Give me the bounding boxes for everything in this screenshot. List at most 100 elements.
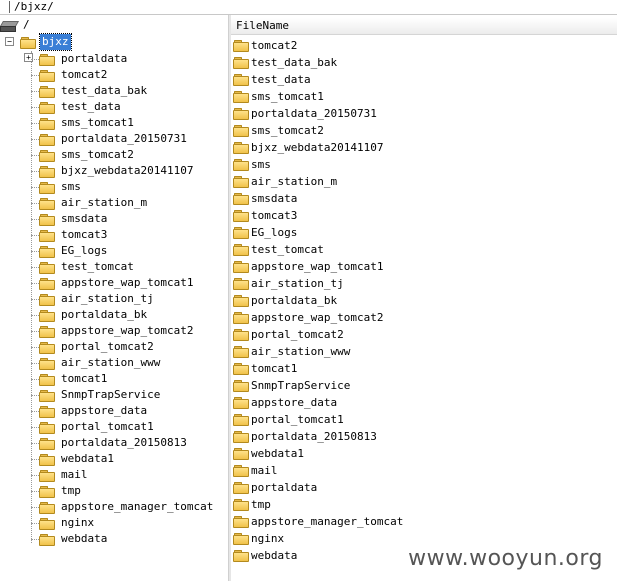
folder-icon — [233, 431, 249, 443]
tree-guide-line — [31, 91, 39, 92]
list-item[interactable]: tomcat1 — [231, 360, 617, 377]
folder-icon — [233, 125, 249, 137]
tree-node-label: webdata — [61, 532, 108, 545]
list-item-label: nginx — [251, 532, 285, 545]
folder-icon — [39, 182, 55, 194]
folder-icon — [39, 86, 55, 98]
tree-node-label: smsdata — [61, 212, 108, 225]
tree-guide-line — [31, 411, 39, 412]
folder-icon — [39, 374, 55, 386]
tree-node-label: tomcat3 — [61, 228, 108, 241]
tree-guide-line — [31, 427, 39, 428]
folder-icon — [39, 358, 55, 370]
tree-guide-line — [31, 251, 39, 252]
folder-icon — [233, 74, 249, 86]
folder-icon — [39, 278, 55, 290]
folder-icon — [233, 210, 249, 222]
list-item-label: webdata1 — [251, 447, 304, 460]
list-item-label: appstore_wap_tomcat2 — [251, 311, 384, 324]
collapse-toggle[interactable]: − — [5, 37, 14, 46]
folder-icon — [233, 244, 249, 256]
folder-icon — [39, 102, 55, 114]
list-item[interactable]: nginx — [231, 530, 617, 547]
list-item[interactable]: appstore_wap_tomcat1 — [231, 258, 617, 275]
list-item[interactable]: appstore_data — [231, 394, 617, 411]
list-item[interactable]: SnmpTrapService — [231, 377, 617, 394]
tree-guide-line — [31, 123, 39, 124]
tree-guide-line — [31, 491, 39, 492]
list-item[interactable]: tomcat2 — [231, 37, 617, 54]
list-item[interactable]: tomcat3 — [231, 207, 617, 224]
folder-icon — [39, 198, 55, 210]
expand-toggle[interactable]: + — [24, 53, 33, 62]
list-item[interactable]: mail — [231, 462, 617, 479]
tree-node-label: SnmpTrapService — [61, 388, 161, 401]
tree-node-label: air_station_tj — [61, 292, 154, 305]
list-item-label: air_station_www — [251, 345, 351, 358]
list-item[interactable]: appstore_wap_tomcat2 — [231, 309, 617, 326]
list-item-label: air_station_tj — [251, 277, 344, 290]
list-item[interactable]: tmp — [231, 496, 617, 513]
list-item[interactable]: air_station_www — [231, 343, 617, 360]
list-item-label: EG_logs — [251, 226, 298, 239]
list-item[interactable]: portal_tomcat2 — [231, 326, 617, 343]
list-item[interactable]: EG_logs — [231, 224, 617, 241]
tree-guide-line — [31, 171, 39, 172]
tree-guide-line — [31, 187, 39, 188]
list-item-label: appstore_wap_tomcat1 — [251, 260, 384, 273]
list-item[interactable]: portaldata_20150731 — [231, 105, 617, 122]
list-item[interactable]: portaldata_bk — [231, 292, 617, 309]
folder-icon — [233, 414, 249, 426]
folder-icon — [39, 310, 55, 322]
path-bar[interactable]: /bjxz/ — [0, 0, 617, 15]
file-list[interactable]: FileName tomcat2 test_data_bak test_data sm… — [231, 15, 617, 581]
folder-icon — [39, 214, 55, 226]
list-item[interactable]: portaldata — [231, 479, 617, 496]
folder-icon — [39, 134, 55, 146]
list-item[interactable]: air_station_m — [231, 173, 617, 190]
list-item[interactable]: test_data — [231, 71, 617, 88]
path-text: /bjxz/ — [14, 0, 54, 13]
folder-icon — [39, 262, 55, 274]
list-item[interactable]: appstore_manager_tomcat — [231, 513, 617, 530]
folder-icon — [233, 193, 249, 205]
folder-icon — [39, 406, 55, 418]
folder-icon — [233, 516, 249, 528]
tree-node-label: bjxz — [39, 33, 72, 51]
tree-node-label: air_station_www — [61, 356, 161, 369]
tree-guide-line — [31, 219, 39, 220]
folder-icon — [233, 159, 249, 171]
folder-icon — [233, 346, 249, 358]
list-item[interactable]: webdata1 — [231, 445, 617, 462]
list-item[interactable]: sms_tomcat1 — [231, 88, 617, 105]
folder-icon — [233, 142, 249, 154]
tree-guide-line — [31, 347, 39, 348]
list-item[interactable]: test_data_bak — [231, 54, 617, 71]
tree-guide-line — [31, 155, 39, 156]
list-item[interactable]: air_station_tj — [231, 275, 617, 292]
tree-guide-line — [31, 59, 39, 60]
list-item[interactable]: test_tomcat — [231, 241, 617, 258]
list-item[interactable]: portal_tomcat1 — [231, 411, 617, 428]
list-item[interactable]: portaldata_20150813 — [231, 428, 617, 445]
tree-node-label: bjxz_webdata20141107 — [61, 164, 194, 177]
list-item-label: portaldata_20150731 — [251, 107, 377, 120]
folder-tree[interactable]: / − bjxz + portaldata tomcat2 test_data_ba… — [0, 15, 228, 581]
list-item-label: tmp — [251, 498, 271, 511]
folder-icon — [39, 438, 55, 450]
list-item[interactable]: smsdata — [231, 190, 617, 207]
folder-icon — [39, 534, 55, 546]
path-bar-separator — [9, 1, 10, 13]
list-item-label: portaldata — [251, 481, 318, 494]
folder-icon — [39, 454, 55, 466]
tree-guide-line — [31, 299, 39, 300]
list-item[interactable]: sms_tomcat2 — [231, 122, 617, 139]
list-item[interactable]: sms — [231, 156, 617, 173]
folder-icon — [233, 261, 249, 273]
list-item[interactable]: bjxz_webdata20141107 — [231, 139, 617, 156]
column-header-filename[interactable]: FileName — [231, 18, 617, 35]
list-item-label: portaldata_20150813 — [251, 430, 377, 443]
tree-node-label: portaldata_bk — [61, 308, 148, 321]
folder-icon — [233, 499, 249, 511]
tree-node-label: sms — [61, 180, 81, 193]
